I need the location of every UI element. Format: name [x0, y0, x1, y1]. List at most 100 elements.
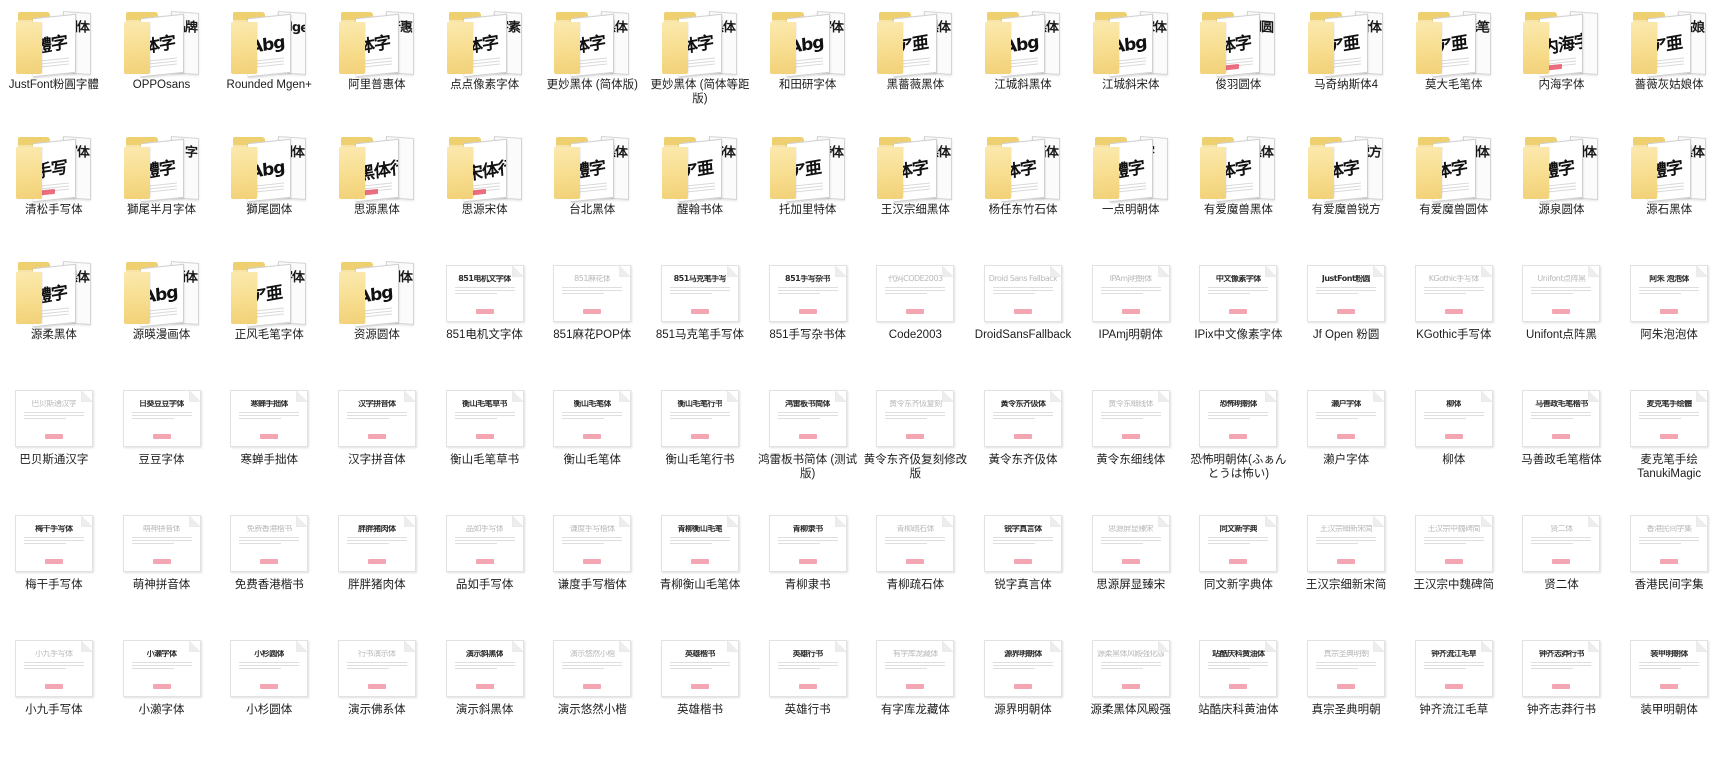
file-item[interactable]: 萌神拼音体 萌神拼音体: [108, 500, 216, 625]
folder-item[interactable]: 黑体 体字 更妙黑体 (简体等距版): [646, 0, 754, 125]
folder-item[interactable]: 月字 體字 獅尾半月字体: [108, 125, 216, 250]
file-item[interactable]: 有字库龙藏体 有字库龙藏体: [862, 625, 970, 750]
folder-item[interactable]: 写体 手写 清松手写体: [0, 125, 108, 250]
folder-item[interactable]: 黑体 體字 台北黑体: [538, 125, 646, 250]
file-item[interactable]: 钟齐流江毛草 钟齐流江毛草: [1400, 625, 1508, 750]
file-grid[interactable]: 圓体 體字 JustFont粉圓字體 品牌 体字 OPPOsans Mge Abg Rounde…: [0, 0, 1723, 750]
file-item[interactable]: 马善政毛笔楷书 马善政毛笔楷体: [1508, 375, 1616, 500]
folder-item[interactable]: 画体 Abg 源暎漫画体: [108, 250, 216, 375]
file-item[interactable]: 麦克笔手绘體 麦克笔手绘TanukiMagic: [1615, 375, 1723, 500]
file-item[interactable]: 汉字拼音体 汉字拼音体: [323, 375, 431, 500]
folder-item[interactable]: Mge Abg Rounded Mgen+: [215, 0, 323, 125]
folder-item[interactable]: 普惠 体字 阿里普惠体: [323, 0, 431, 125]
folder-item[interactable]: 字体 ア亜 正风毛笔字体: [215, 250, 323, 375]
file-item[interactable]: 钟齐志莽行书 钟齐志莽行书: [1508, 625, 1616, 750]
file-item[interactable]: 英雄楷书 英雄楷书: [646, 625, 754, 750]
file-item[interactable]: 谦度手写楷体 谦度手写楷体: [538, 500, 646, 625]
folder-item[interactable]: 黑体 體字 源石黑体: [1615, 125, 1723, 250]
folder-item[interactable]: 石体 体字 杨任东竹石体: [969, 125, 1077, 250]
folder-item[interactable]: 字體字一点明朝体: [1077, 125, 1185, 250]
folder-item[interactable]: 黑体 Abg 江城斜黑体: [969, 0, 1077, 125]
file-item[interactable]: IPAmj明朝体 IPAmj明朝体: [1077, 250, 1185, 375]
file-item[interactable]: 青柳隶书 青柳隶书: [754, 500, 862, 625]
file-item[interactable]: 站酷庆科黄油体 站酷庆科黄油体: [1185, 625, 1293, 750]
file-item[interactable]: Droid Sans Fallback DroidSansFallback: [969, 250, 1077, 375]
file-item[interactable]: 源柔黑体风殿强化版 源柔黑体风殿强: [1077, 625, 1185, 750]
file-item[interactable]: 品如手写体 品如手写体: [431, 500, 539, 625]
folder-item[interactable]: 圆体 体字 有爱魔兽圆体: [1400, 125, 1508, 250]
folder-item[interactable]: 黑体 ア亜 黑薔薇黑体: [862, 0, 970, 125]
folder-item[interactable]: 书体 ア亜 醒翰书体: [646, 125, 754, 250]
file-item[interactable]: 同文新字典 同文新字典体: [1185, 500, 1293, 625]
file-item[interactable]: JustFont粉圆 Jf Open 粉圆: [1292, 250, 1400, 375]
folder-item[interactable]: 字素 体字 点点像素字体: [431, 0, 539, 125]
file-item[interactable]: 小九手写体 小九手写体: [0, 625, 108, 750]
folder-item[interactable]: 黑体 体字 更妙黑体 (简体版): [538, 0, 646, 125]
folder-icon: 黑体行高修正: [338, 129, 416, 203]
folder-item[interactable]: 姑娘 ア亜 薔薇灰姑娘体: [1615, 0, 1723, 125]
folder-item[interactable]: 黑体行高修正 思源黑体: [323, 125, 431, 250]
file-item[interactable]: 梅干手写体 梅干手写体: [0, 500, 108, 625]
file-item[interactable]: 锐字真言体 锐字真言体: [969, 500, 1077, 625]
file-item[interactable]: 代码CODE2003 Code2003: [862, 250, 970, 375]
folder-item[interactable]: 圓体 體字 JustFont粉圓字體: [0, 0, 108, 125]
folder-item[interactable]: 特体 ア亜 托加里特体: [754, 125, 862, 250]
file-item[interactable]: 柳体 柳体: [1400, 375, 1508, 500]
file-item[interactable]: 青柳衡山毛笔 青柳衡山毛笔体: [646, 500, 754, 625]
file-item[interactable]: 阿朱 泡泡体 阿朱泡泡体: [1615, 250, 1723, 375]
file-item[interactable]: 衡山毛笔草书 衡山毛笔草书: [431, 375, 539, 500]
folder-item[interactable]: 字体 Abg 和田研字体: [754, 0, 862, 125]
file-item[interactable]: KGothic手写体 KGothic手写体: [1400, 250, 1508, 375]
file-item[interactable]: 851马克笔手写 851马克笔手写体: [646, 250, 754, 375]
file-item[interactable]: 源界明朝体 源界明朝体: [969, 625, 1077, 750]
file-item[interactable]: 851麻花体 851麻花POP体: [538, 250, 646, 375]
folder-item[interactable]: 毛笔 ア亜 莫大毛笔体: [1400, 0, 1508, 125]
folder-item[interactable]: 圆体 Abg 资源圆体: [323, 250, 431, 375]
file-item[interactable]: 恐怖明朝体 恐怖明朝体(ふぁんとうは怖い): [1185, 375, 1293, 500]
file-item[interactable]: 青柳疏石体 青柳疏石体: [862, 500, 970, 625]
folder-item[interactable]: 宋体 Abg 江城斜宋体: [1077, 0, 1185, 125]
folder-item[interactable]: 锐方 体字 有爱魔兽锐方: [1292, 125, 1400, 250]
file-item[interactable]: 濑户字体 濑户字体: [1292, 375, 1400, 500]
file-item[interactable]: 贤二体 贤二体: [1508, 500, 1616, 625]
file-item[interactable]: 胖胖猪肉体 胖胖猪肉体: [323, 500, 431, 625]
file-item[interactable]: 演示悠然小楷 演示悠然小楷: [538, 625, 646, 750]
folder-item[interactable]: 宋体行高修正 思源宋体: [431, 125, 539, 250]
file-item[interactable]: 装甲明朝体 装甲明朝体: [1615, 625, 1723, 750]
file-item[interactable]: 免费香港楷书 免费香港楷书: [215, 500, 323, 625]
file-item[interactable]: 小杉圆体 小杉圆体: [215, 625, 323, 750]
file-item[interactable]: Unifont点阵黑 Unifont点阵黑: [1508, 250, 1616, 375]
file-item[interactable]: 851电机文字体 851电机文字体: [431, 250, 539, 375]
file-item[interactable]: 巴贝斯通汉字 巴贝斯通汉字: [0, 375, 108, 500]
folder-item[interactable]: 圆体 Abg 獅尾圆体: [215, 125, 323, 250]
folder-item[interactable]: 圆体 體字 源泉圆体: [1508, 125, 1616, 250]
file-item[interactable]: 寒蝉手拙体 寒蝉手拙体: [215, 375, 323, 500]
item-label: 黑薔薇黑体: [886, 79, 945, 91]
file-item[interactable]: 851手写杂书 851手写杂书体: [754, 250, 862, 375]
file-item[interactable]: 黄令东齐伋复刻 黄令东齐伋复刻修改版: [862, 375, 970, 500]
file-item[interactable]: 鸿雷板书简体 鸿雷板书简体 (测试版): [754, 375, 862, 500]
file-item[interactable]: 衡山毛笔行书 衡山毛笔行书: [646, 375, 754, 500]
file-item[interactable]: 香港民间字集 香港民间字集: [1615, 500, 1723, 625]
font-preview-card: 源柔黑体风殿强化版: [1091, 640, 1170, 697]
file-item[interactable]: 黃令东齐伋体 黃令东齐伋体: [969, 375, 1077, 500]
file-item[interactable]: 思源屏显臻宋 思源屏显臻宋: [1077, 500, 1185, 625]
folder-item[interactable]: 黑体 体字 有爱魔兽黑体: [1185, 125, 1293, 250]
folder-item[interactable]: 品牌 体字 OPPOsans: [108, 0, 216, 125]
file-item[interactable]: 中文像素字体 IPix中文像素字体: [1185, 250, 1293, 375]
file-item[interactable]: 王汉宗细新宋简 王汉宗细新宋简: [1292, 500, 1400, 625]
folder-item[interactable]: 羽圆 体字 俊羽圆体: [1185, 0, 1293, 125]
folder-item[interactable]: 黑体 體字 源柔黑体: [0, 250, 108, 375]
file-item[interactable]: 英雄行书 英雄行书: [754, 625, 862, 750]
file-item[interactable]: 演示斜黑体 演示斜黑体: [431, 625, 539, 750]
file-item[interactable]: 小濑字体 小濑字体: [108, 625, 216, 750]
folder-item[interactable]: 内海字体 内海字体: [1508, 0, 1616, 125]
file-item[interactable]: 衡山毛笔体 衡山毛笔体: [538, 375, 646, 500]
file-item[interactable]: 日葵豆豆字体 豆豆字体: [108, 375, 216, 500]
file-item[interactable]: 真宗圣典明朝 真宗圣典明朝: [1292, 625, 1400, 750]
file-item[interactable]: 黄令东细线体 黄令东细线体: [1077, 375, 1185, 500]
file-item[interactable]: 行书演示体 演示佛系体: [323, 625, 431, 750]
file-item[interactable]: 王汉宗中魏碑简 王汉宗中魏碑简: [1400, 500, 1508, 625]
folder-item[interactable]: 斯体 ア亜 马奇纳斯体4: [1292, 0, 1400, 125]
folder-item[interactable]: 黑体 体字 王汉宗细黑体: [862, 125, 970, 250]
